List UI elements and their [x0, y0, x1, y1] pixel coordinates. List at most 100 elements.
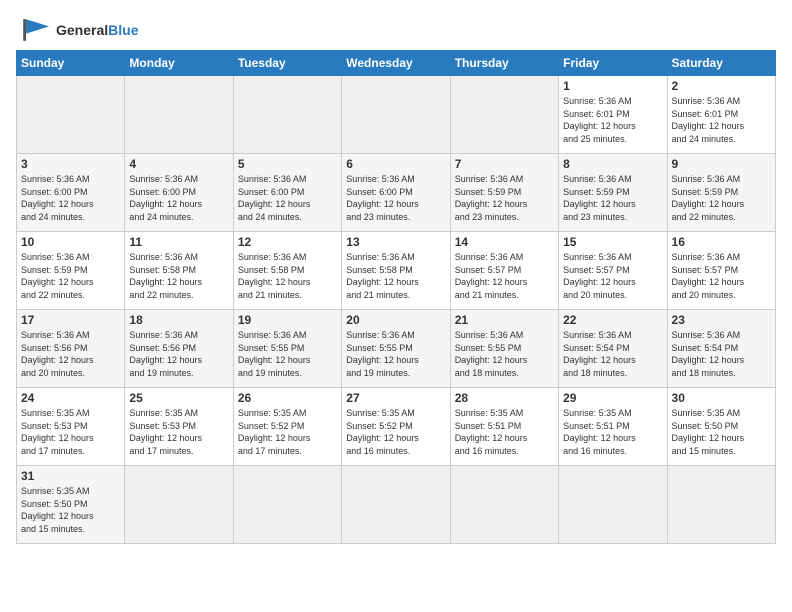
- calendar-cell: 16 Sunrise: 5:36 AM Sunset: 5:57 PM Dayli…: [667, 232, 775, 310]
- day-info: Sunrise: 5:35 AM Sunset: 5:50 PM Dayligh…: [21, 485, 120, 535]
- day-number: 19: [238, 313, 337, 327]
- calendar-header: SundayMondayTuesdayWednesdayThursdayFrid…: [17, 51, 776, 76]
- calendar-cell: 2 Sunrise: 5:36 AM Sunset: 6:01 PM Daylig…: [667, 76, 775, 154]
- calendar-week-2: 3 Sunrise: 5:36 AM Sunset: 6:00 PM Daylig…: [17, 154, 776, 232]
- day-number: 4: [129, 157, 228, 171]
- day-number: 11: [129, 235, 228, 249]
- day-info: Sunrise: 5:36 AM Sunset: 5:58 PM Dayligh…: [346, 251, 445, 301]
- day-number: 25: [129, 391, 228, 405]
- day-info: Sunrise: 5:36 AM Sunset: 6:00 PM Dayligh…: [238, 173, 337, 223]
- calendar-cell: 19 Sunrise: 5:36 AM Sunset: 5:55 PM Dayli…: [233, 310, 341, 388]
- calendar-cell: 15Sunrise: 5:36 AM Sunset: 5:57 PM Dayli…: [559, 232, 667, 310]
- day-info: Sunrise: 5:35 AM Sunset: 5:51 PM Dayligh…: [563, 407, 662, 457]
- calendar-cell: [125, 76, 233, 154]
- weekday-header-saturday: Saturday: [667, 51, 775, 76]
- day-info: Sunrise: 5:36 AM Sunset: 6:01 PM Dayligh…: [563, 95, 662, 145]
- day-number: 9: [672, 157, 771, 171]
- day-number: 23: [672, 313, 771, 327]
- calendar-cell: [450, 466, 558, 544]
- calendar-cell: [342, 76, 450, 154]
- calendar-cell: [342, 466, 450, 544]
- calendar-cell: [667, 466, 775, 544]
- calendar-cell: 21 Sunrise: 5:36 AM Sunset: 5:55 PM Dayli…: [450, 310, 558, 388]
- day-number: 2: [672, 79, 771, 93]
- calendar-week-1: 1Sunrise: 5:36 AM Sunset: 6:01 PM Daylig…: [17, 76, 776, 154]
- calendar-week-5: 24 Sunrise: 5:35 AM Sunset: 5:53 PM Dayli…: [17, 388, 776, 466]
- calendar-cell: 28 Sunrise: 5:35 AM Sunset: 5:51 PM Dayli…: [450, 388, 558, 466]
- calendar-cell: 3 Sunrise: 5:36 AM Sunset: 6:00 PM Daylig…: [17, 154, 125, 232]
- day-number: 24: [21, 391, 120, 405]
- weekday-header-tuesday: Tuesday: [233, 51, 341, 76]
- day-info: Sunrise: 5:36 AM Sunset: 5:57 PM Dayligh…: [672, 251, 771, 301]
- day-info: Sunrise: 5:36 AM Sunset: 5:56 PM Dayligh…: [21, 329, 120, 379]
- day-number: 17: [21, 313, 120, 327]
- day-info: Sunrise: 5:36 AM Sunset: 5:55 PM Dayligh…: [455, 329, 554, 379]
- calendar-cell: 6 Sunrise: 5:36 AM Sunset: 6:00 PM Daylig…: [342, 154, 450, 232]
- day-info: Sunrise: 5:35 AM Sunset: 5:53 PM Dayligh…: [21, 407, 120, 457]
- logo-text: GeneralBlue: [56, 22, 138, 38]
- calendar-cell: 30Sunrise: 5:35 AM Sunset: 5:50 PM Dayli…: [667, 388, 775, 466]
- calendar-cell: 11 Sunrise: 5:36 AM Sunset: 5:58 PM Dayli…: [125, 232, 233, 310]
- day-number: 20: [346, 313, 445, 327]
- day-number: 31: [21, 469, 120, 483]
- day-number: 8: [563, 157, 662, 171]
- calendar-cell: 29 Sunrise: 5:35 AM Sunset: 5:51 PM Dayli…: [559, 388, 667, 466]
- day-number: 28: [455, 391, 554, 405]
- logo: GeneralBlue: [16, 16, 138, 44]
- calendar-cell: 20 Sunrise: 5:36 AM Sunset: 5:55 PM Dayli…: [342, 310, 450, 388]
- calendar-cell: 8Sunrise: 5:36 AM Sunset: 5:59 PM Daylig…: [559, 154, 667, 232]
- weekday-header-wednesday: Wednesday: [342, 51, 450, 76]
- day-info: Sunrise: 5:35 AM Sunset: 5:51 PM Dayligh…: [455, 407, 554, 457]
- weekday-header-friday: Friday: [559, 51, 667, 76]
- generalblue-logo-icon: [16, 16, 52, 44]
- day-info: Sunrise: 5:36 AM Sunset: 6:00 PM Dayligh…: [21, 173, 120, 223]
- day-number: 7: [455, 157, 554, 171]
- calendar-table: SundayMondayTuesdayWednesdayThursdayFrid…: [16, 50, 776, 544]
- day-info: Sunrise: 5:36 AM Sunset: 5:55 PM Dayligh…: [346, 329, 445, 379]
- calendar-cell: 4 Sunrise: 5:36 AM Sunset: 6:00 PM Daylig…: [125, 154, 233, 232]
- day-info: Sunrise: 5:36 AM Sunset: 5:54 PM Dayligh…: [563, 329, 662, 379]
- calendar-cell: 10Sunrise: 5:36 AM Sunset: 5:59 PM Dayli…: [17, 232, 125, 310]
- calendar-cell: 23 Sunrise: 5:36 AM Sunset: 5:54 PM Dayli…: [667, 310, 775, 388]
- calendar-cell: 31 Sunrise: 5:35 AM Sunset: 5:50 PM Dayli…: [17, 466, 125, 544]
- day-info: Sunrise: 5:36 AM Sunset: 5:59 PM Dayligh…: [672, 173, 771, 223]
- day-number: 16: [672, 235, 771, 249]
- day-number: 12: [238, 235, 337, 249]
- weekday-header-thursday: Thursday: [450, 51, 558, 76]
- calendar-cell: 26Sunrise: 5:35 AM Sunset: 5:52 PM Dayli…: [233, 388, 341, 466]
- calendar-cell: 1Sunrise: 5:36 AM Sunset: 6:01 PM Daylig…: [559, 76, 667, 154]
- day-number: 10: [21, 235, 120, 249]
- day-info: Sunrise: 5:36 AM Sunset: 5:58 PM Dayligh…: [129, 251, 228, 301]
- calendar-cell: 13 Sunrise: 5:36 AM Sunset: 5:58 PM Dayli…: [342, 232, 450, 310]
- day-number: 22: [563, 313, 662, 327]
- day-info: Sunrise: 5:36 AM Sunset: 5:57 PM Dayligh…: [455, 251, 554, 301]
- calendar-cell: 22 Sunrise: 5:36 AM Sunset: 5:54 PM Dayli…: [559, 310, 667, 388]
- weekday-header-monday: Monday: [125, 51, 233, 76]
- day-info: Sunrise: 5:36 AM Sunset: 5:54 PM Dayligh…: [672, 329, 771, 379]
- calendar-cell: 14 Sunrise: 5:36 AM Sunset: 5:57 PM Dayli…: [450, 232, 558, 310]
- day-info: Sunrise: 5:36 AM Sunset: 5:55 PM Dayligh…: [238, 329, 337, 379]
- day-number: 6: [346, 157, 445, 171]
- day-info: Sunrise: 5:36 AM Sunset: 6:00 PM Dayligh…: [129, 173, 228, 223]
- day-info: Sunrise: 5:35 AM Sunset: 5:52 PM Dayligh…: [346, 407, 445, 457]
- day-number: 13: [346, 235, 445, 249]
- weekday-header-sunday: Sunday: [17, 51, 125, 76]
- day-number: 21: [455, 313, 554, 327]
- day-info: Sunrise: 5:36 AM Sunset: 5:58 PM Dayligh…: [238, 251, 337, 301]
- day-number: 30: [672, 391, 771, 405]
- calendar-week-3: 10Sunrise: 5:36 AM Sunset: 5:59 PM Dayli…: [17, 232, 776, 310]
- calendar-cell: [125, 466, 233, 544]
- day-number: 18: [129, 313, 228, 327]
- day-number: 29: [563, 391, 662, 405]
- calendar-cell: [233, 466, 341, 544]
- day-info: Sunrise: 5:35 AM Sunset: 5:53 PM Dayligh…: [129, 407, 228, 457]
- calendar-cell: 17 Sunrise: 5:36 AM Sunset: 5:56 PM Dayli…: [17, 310, 125, 388]
- day-number: 14: [455, 235, 554, 249]
- day-info: Sunrise: 5:36 AM Sunset: 6:00 PM Dayligh…: [346, 173, 445, 223]
- day-info: Sunrise: 5:36 AM Sunset: 5:57 PM Dayligh…: [563, 251, 662, 301]
- calendar-cell: [450, 76, 558, 154]
- calendar-cell: 24 Sunrise: 5:35 AM Sunset: 5:53 PM Dayli…: [17, 388, 125, 466]
- calendar-cell: [233, 76, 341, 154]
- day-info: Sunrise: 5:36 AM Sunset: 6:01 PM Dayligh…: [672, 95, 771, 145]
- day-number: 3: [21, 157, 120, 171]
